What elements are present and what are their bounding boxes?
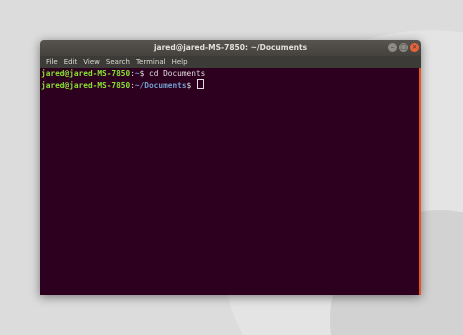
menu-file[interactable]: File <box>43 56 61 68</box>
menu-view[interactable]: View <box>80 56 103 68</box>
prompt-symbol: $ <box>186 80 196 90</box>
menu-terminal[interactable]: Terminal <box>133 56 169 68</box>
maximize-button[interactable]: □ <box>399 43 408 52</box>
command-text: cd Documents <box>149 69 206 78</box>
close-button[interactable]: × <box>410 43 419 52</box>
prompt-symbol: $ <box>139 69 149 78</box>
terminal-output[interactable]: jared@jared-MS-7850:~$ cd Documents jare… <box>40 68 421 295</box>
text-cursor <box>196 78 204 89</box>
title-bar[interactable]: jared@jared-MS-7850: ~/Documents – □ × <box>40 40 421 56</box>
prompt-user-host: jared@jared-MS-7850 <box>41 69 131 78</box>
prompt-path: ~/Documents <box>134 80 187 90</box>
desktop-background: jared@jared-MS-7850: ~/Documents – □ × F… <box>0 0 463 335</box>
menu-help[interactable]: Help <box>169 56 191 68</box>
prompt-user-host: jared@jared-MS-7850 <box>41 80 131 90</box>
menu-bar: File Edit View Search Terminal Help <box>40 56 421 68</box>
terminal-window[interactable]: jared@jared-MS-7850: ~/Documents – □ × F… <box>40 40 421 295</box>
minimize-button[interactable]: – <box>388 43 397 52</box>
terminal-line: jared@jared-MS-7850:~/Documents$ <box>41 78 419 91</box>
menu-search[interactable]: Search <box>103 56 133 68</box>
terminal-line: jared@jared-MS-7850:~$ cd Documents <box>41 69 419 79</box>
menu-edit[interactable]: Edit <box>61 56 81 68</box>
window-title: jared@jared-MS-7850: ~/Documents <box>153 43 308 52</box>
